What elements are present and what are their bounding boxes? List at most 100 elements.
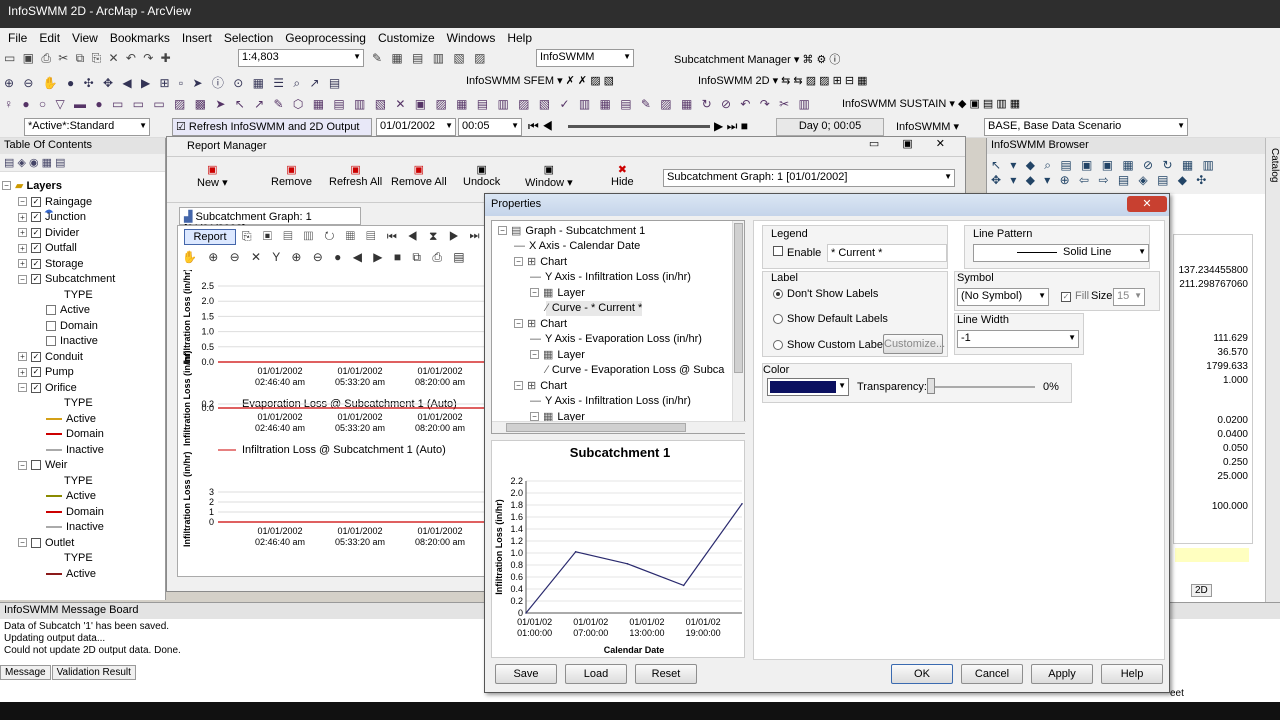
checkbox[interactable]: ✓: [31, 351, 41, 362]
sfem-menu[interactable]: InfoSWMM SFEM ▾ ✗ ✗ ▨ ▧: [466, 74, 614, 87]
toc-item-inactive[interactable]: Inactive: [46, 334, 98, 349]
checkbox[interactable]: ✓: [31, 212, 41, 222]
apply-button[interactable]: Apply: [1031, 664, 1093, 684]
legend-enable-checkbox[interactable]: Enable: [773, 246, 821, 259]
graph-toolbar-1[interactable]: ⎘ ▣ ▤ ▥ ↻ ▦ ▤ ⏮ ◀ ⧗ ▶ ⏭: [242, 229, 484, 244]
catalog-side-tab[interactable]: Catalog: [1265, 138, 1280, 608]
graph-tab[interactable]: ▟ Subcatchment Graph: 1 [01/01/2002]: [179, 207, 361, 235]
toc-item-domain[interactable]: Domain: [46, 427, 104, 442]
toc-item-storage[interactable]: + ✓ Storage: [18, 256, 84, 271]
menu-edit[interactable]: Edit: [33, 28, 66, 47]
tools-icons[interactable]: ⊕ ⊖ ✋ ● ✣ ✥ ◀ ▶ ⊞ ▫ ➤ ⓘ ⊙ ▦ ☰ ⌕ ↗ ▤: [4, 74, 343, 91]
transparency-slider[interactable]: [929, 386, 1035, 388]
date-combo[interactable]: 01/01/2002 ▼: [376, 118, 456, 136]
expand-icon[interactable]: −: [18, 538, 27, 547]
tree-node[interactable]: — Y Axis - Infiltration Loss (in/hr): [530, 270, 691, 285]
toc-item-weir[interactable]: − Weir: [18, 458, 67, 473]
tree-node[interactable]: − ▦ Layer: [530, 285, 585, 300]
browser-toolbar[interactable]: ↖ ▾ ◆ ⌕ ▤ ▣ ▣ ▦ ⊘ ↻ ▦ ▥ ✥ ▾ ◆ ▾ ⊕ ⇦ ⇨ ▤ ◈…: [987, 154, 1280, 194]
infoswmm-combo[interactable]: InfoSWMM ▼: [536, 49, 634, 67]
menu-geoprocessing[interactable]: Geoprocessing: [279, 28, 372, 47]
undock-button[interactable]: ▣ Undock: [463, 163, 500, 188]
tree-node[interactable]: ⁄ Curve - * Current *: [546, 300, 643, 316]
menu-windows[interactable]: Windows: [441, 28, 502, 47]
graph-toolbar-2[interactable]: ✋ ⊕ ⊖ ✕ Y ⊕ ⊖ ● ◀ ▶ ■ ⧉ ⎙ ▤: [182, 250, 469, 265]
tree-node[interactable]: − ⊞ Chart: [514, 254, 567, 269]
size-combo[interactable]: 15 ▼: [1113, 288, 1145, 306]
tree-hscroll[interactable]: [492, 421, 746, 433]
collapse-icon[interactable]: −: [530, 412, 539, 421]
toc-item-divider[interactable]: + ✓ Divider: [18, 225, 79, 240]
line-pattern-combo[interactable]: Solid Line ▼: [973, 244, 1149, 262]
sustain-menu[interactable]: InfoSWMM SUSTAIN ▾ ◆ ▣ ▤ ▥ ▦: [842, 97, 1020, 110]
graph-select-combo[interactable]: Subcatchment Graph: 1 [01/01/2002] ▼: [663, 169, 955, 187]
refresh-output-button[interactable]: ☑ Refresh InfoSWMM and 2D Output: [172, 118, 372, 136]
menu-customize[interactable]: Customize: [372, 28, 441, 47]
toc-item-pump[interactable]: + ✓ Pump: [18, 365, 74, 380]
checkbox[interactable]: [31, 460, 41, 470]
collapse-icon[interactable]: −: [514, 319, 523, 328]
tree-node[interactable]: − ▦ Layer: [530, 347, 585, 362]
checkbox[interactable]: ✓: [31, 227, 41, 238]
collapse-icon[interactable]: −: [514, 381, 523, 390]
menu-selection[interactable]: Selection: [218, 28, 279, 47]
tree-vscroll[interactable]: [732, 221, 744, 421]
menu-view[interactable]: View: [66, 28, 104, 47]
window-button[interactable]: ▣ Window ▾: [525, 163, 573, 189]
toc-item-outfall[interactable]: + ✓ Outfall: [18, 241, 77, 256]
checkbox[interactable]: ✓: [31, 367, 41, 377]
tree-node[interactable]: ⁄ Curve - Evaporation Loss @ Subca: [546, 363, 724, 378]
2d-menu[interactable]: InfoSWMM 2D ▾ ⇆ ⇆ ▨ ▨ ⊞ ⊟ ▦: [698, 74, 868, 87]
toc-toolbar[interactable]: ▤ ◈ ◉ ▦ ▤: [0, 154, 165, 172]
fill-checkbox[interactable]: ✓ Fill: [1061, 290, 1089, 302]
tree-node[interactable]: — X Axis - Calendar Date: [514, 239, 640, 254]
menu-file[interactable]: File: [2, 28, 33, 47]
toc-item-raingage[interactable]: − ✓ Raingage: [18, 194, 92, 209]
hide-button[interactable]: ✖ Hide: [611, 163, 634, 188]
time-combo[interactable]: 00:05 ▼: [458, 118, 522, 136]
expand-icon[interactable]: +: [18, 228, 27, 237]
scale-combo[interactable]: 1:4,803 ▼: [238, 49, 364, 67]
transparency-thumb[interactable]: [927, 378, 935, 394]
remove-all-button[interactable]: ▣ Remove All: [391, 163, 447, 188]
tree-node[interactable]: − ▤ Graph - Subcatchment 1: [498, 223, 645, 238]
tab-validation[interactable]: Validation Result: [51, 665, 136, 680]
close-icon[interactable]: ✕: [1127, 196, 1167, 212]
checkbox[interactable]: ✓: [31, 258, 41, 269]
tab-message[interactable]: Message: [0, 665, 51, 680]
scenario-combo[interactable]: BASE, Base Data Scenario ▼: [984, 118, 1188, 136]
checkbox[interactable]: ✓: [31, 196, 41, 207]
report-tab-button[interactable]: Report: [184, 229, 236, 245]
cancel-button[interactable]: Cancel: [961, 664, 1023, 684]
toc-item-conduit[interactable]: + ✓ Conduit: [18, 349, 83, 364]
toc-item-orifice[interactable]: − ✓ Orifice: [18, 380, 77, 395]
line-width-combo[interactable]: -1 ▼: [957, 330, 1079, 348]
toc-item-active[interactable]: Active: [46, 566, 96, 581]
standard-combo[interactable]: *Active*:Standard ▼: [24, 118, 150, 136]
playback-start[interactable]: ⏮ ◀: [528, 119, 553, 134]
tab-2d[interactable]: 2D: [1191, 584, 1212, 597]
color-picker[interactable]: ▼: [767, 378, 849, 396]
collapse-icon[interactable]: −: [498, 226, 507, 235]
customize-button[interactable]: Customize...: [883, 334, 945, 354]
load-button[interactable]: Load: [565, 664, 627, 684]
infoswmm-menu-2[interactable]: InfoSWMM ▾: [896, 120, 959, 133]
tree-node[interactable]: — Y Axis - Evaporation Loss (in/hr): [530, 332, 702, 347]
menu-insert[interactable]: Insert: [176, 28, 218, 47]
toc-item-type[interactable]: TYPE: [64, 551, 93, 566]
checkbox[interactable]: ✓: [31, 274, 41, 284]
menu-help[interactable]: Help: [501, 28, 538, 47]
expand-icon[interactable]: +: [18, 367, 27, 377]
toolbar-icons-2[interactable]: ✎ ▦ ▤ ▥ ▧ ▨: [372, 51, 488, 65]
expand-icon[interactable]: +: [18, 243, 27, 253]
expand-icon[interactable]: −: [18, 197, 27, 206]
symbol-combo[interactable]: (No Symbol) ▼: [957, 288, 1049, 306]
subcatch-manager-menu[interactable]: Subcatchment Manager ▾ ⌘ ⚙ ⓘ: [674, 51, 840, 67]
collapse-icon[interactable]: −: [514, 257, 523, 266]
toc-item-inactive[interactable]: Inactive: [46, 442, 104, 457]
expand-icon[interactable]: −: [18, 274, 27, 284]
toc-item-active[interactable]: Active: [46, 489, 96, 504]
toc-item-active[interactable]: Active: [46, 303, 90, 318]
time-slider[interactable]: [568, 125, 710, 128]
collapse-icon[interactable]: −: [530, 288, 539, 297]
